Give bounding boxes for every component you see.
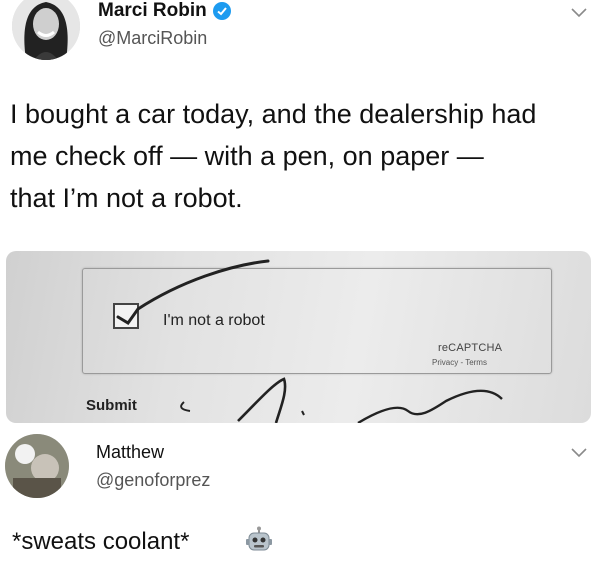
signature-stroke: [301, 410, 305, 416]
tweet-text: I bought a car today, and the dealership…: [10, 93, 585, 219]
checkmark-stroke: [116, 259, 270, 325]
author-handle[interactable]: @MarciRobin: [98, 28, 207, 49]
reply-avatar-photo: [5, 434, 69, 498]
signature-stroke: [237, 377, 287, 423]
avatar-photo: [12, 0, 80, 60]
signature-stroke: [180, 401, 191, 412]
author-name[interactable]: Marci Robin: [98, 0, 207, 22]
verified-badge-icon: [212, 2, 231, 20]
chevron-down-icon[interactable]: [571, 448, 587, 458]
tweet-text-line: I bought a car today, and the dealership…: [10, 99, 537, 129]
reply-text: *sweats coolant*: [12, 528, 190, 555]
main-tweet: Marci Robin @MarciRobin I bought a car t…: [0, 0, 610, 430]
tweet-text-line: me check off — with a pen, on paper —: [10, 141, 484, 171]
reply-author-handle[interactable]: @genoforprez: [96, 470, 210, 491]
signature-stroke: [357, 389, 503, 423]
reply-author-name[interactable]: Matthew: [96, 442, 164, 463]
chevron-down-icon[interactable]: [571, 8, 587, 18]
author-avatar[interactable]: [12, 0, 80, 60]
tweet-photo[interactable]: I'm not a robot reCAPTCHA Privacy - Term…: [6, 251, 591, 423]
reply-avatar[interactable]: [5, 434, 69, 498]
pen-marks: [116, 259, 503, 423]
robot-face-icon: [246, 526, 272, 551]
tweet-text-line: that I’m not a robot.: [10, 183, 243, 213]
